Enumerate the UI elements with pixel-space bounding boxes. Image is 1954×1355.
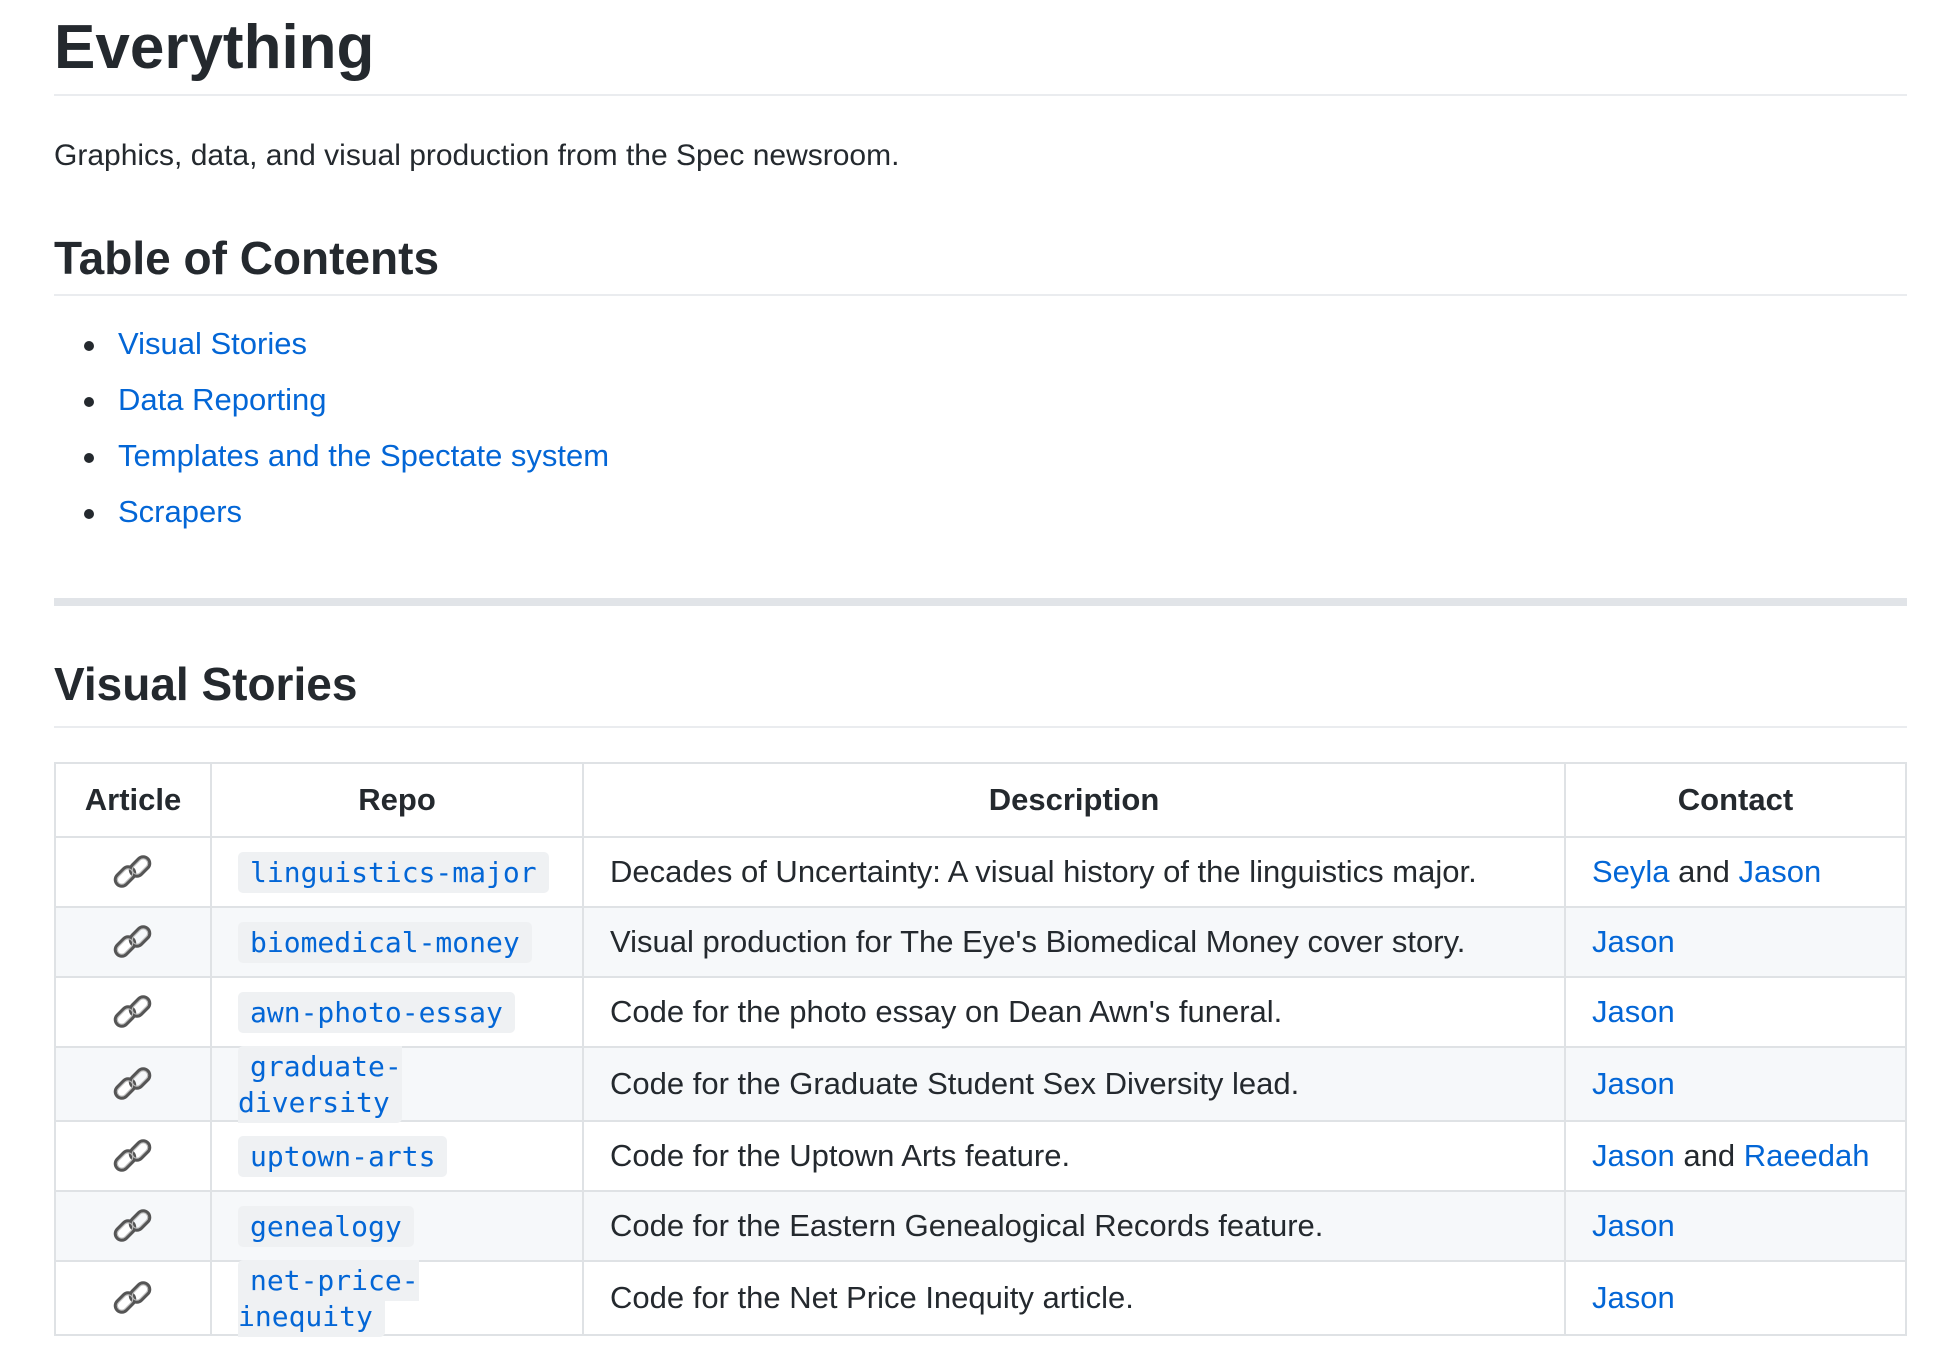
table-row: linguistics-major Decades of Uncertainty… <box>54 836 1907 908</box>
article-cell <box>54 906 212 978</box>
link-icon[interactable] <box>108 1273 158 1323</box>
repo-cell: linguistics-major <box>210 836 584 908</box>
description-cell: Code for the Eastern Genealogical Record… <box>582 1190 1566 1262</box>
contact-link[interactable]: Jason <box>1592 1066 1675 1101</box>
article-cell <box>54 1046 212 1122</box>
section-divider <box>54 598 1907 606</box>
repo-name: linguistics-major <box>238 852 549 893</box>
readme-page: Everything Graphics, data, and visual pr… <box>0 0 1907 1337</box>
repo-name: biomedical-money <box>238 922 532 963</box>
table-row: uptown-arts Code for the Uptown Arts fea… <box>54 1120 1907 1192</box>
toc-link-scrapers[interactable]: Scrapers <box>118 494 242 529</box>
table-body: linguistics-major Decades of Uncertainty… <box>54 836 1907 1337</box>
repo-link[interactable]: awn-photo-essay <box>238 992 515 1033</box>
toc-item: Data Reporting <box>84 382 1907 438</box>
article-cell <box>54 836 212 908</box>
contact-cell: Jason and Raeedah <box>1564 1120 1907 1192</box>
table-header-row: Article Repo Description Contact <box>54 762 1907 838</box>
repo-link[interactable]: uptown-arts <box>238 1136 448 1177</box>
description-cell: Code for the Net Price Inequity article. <box>582 1260 1566 1336</box>
contact-cell: Jason <box>1564 1260 1907 1336</box>
repo-link[interactable]: graduate-diversity <box>238 1046 402 1123</box>
contact-link[interactable]: Jason <box>1592 1208 1675 1243</box>
repo-name: uptown-arts <box>238 1136 448 1177</box>
table-row: net-price-inequity Code for the Net Pric… <box>54 1260 1907 1337</box>
page-title: Everything <box>54 0 1907 96</box>
repo-name: genealogy <box>238 1206 414 1247</box>
contact-link[interactable]: Seyla <box>1592 854 1670 889</box>
contact-link[interactable]: Jason <box>1592 1138 1675 1173</box>
toc-link-visual-stories[interactable]: Visual Stories <box>118 326 307 361</box>
repo-link[interactable]: linguistics-major <box>238 852 549 893</box>
table-row: genealogy Code for the Eastern Genealogi… <box>54 1190 1907 1262</box>
repo-link[interactable]: biomedical-money <box>238 922 532 963</box>
article-cell <box>54 1190 212 1262</box>
link-icon[interactable] <box>108 917 158 967</box>
repo-cell: graduate-diversity <box>210 1046 584 1123</box>
contact-link[interactable]: Raeedah <box>1744 1138 1870 1173</box>
link-icon[interactable] <box>108 1201 158 1251</box>
link-icon[interactable] <box>108 847 158 897</box>
contact-cell: Jason <box>1564 906 1907 978</box>
description-cell: Visual production for The Eye's Biomedic… <box>582 906 1566 978</box>
link-icon[interactable] <box>108 1131 158 1181</box>
article-cell <box>54 1260 212 1336</box>
column-header-article: Article <box>54 762 212 838</box>
contact-joiner: and <box>1674 1138 1744 1173</box>
repo-link[interactable]: net-price-inequity <box>238 1260 419 1337</box>
visual-stories-table: Article Repo Description Contact linguis… <box>54 762 1907 1337</box>
contact-cell: Seyla and Jason <box>1564 836 1907 908</box>
repo-cell: uptown-arts <box>210 1120 584 1192</box>
contact-link[interactable]: Jason <box>1592 1280 1675 1315</box>
repo-cell: genealogy <box>210 1190 584 1262</box>
repo-cell: awn-photo-essay <box>210 976 584 1048</box>
repo-cell: net-price-inequity <box>210 1260 584 1337</box>
contact-joiner: and <box>1669 854 1739 889</box>
repo-name: awn-photo-essay <box>238 992 515 1033</box>
toc-item: Templates and the Spectate system <box>84 438 1907 494</box>
description-cell: Code for the Uptown Arts feature. <box>582 1120 1566 1192</box>
description-cell: Decades of Uncertainty: A visual history… <box>582 836 1566 908</box>
contact-link[interactable]: Jason <box>1592 994 1675 1029</box>
column-header-contact: Contact <box>1564 762 1907 838</box>
repo-name: graduate-diversity <box>238 1046 402 1123</box>
article-cell <box>54 1120 212 1192</box>
visual-stories-heading: Visual Stories <box>54 656 1907 728</box>
link-icon[interactable] <box>108 987 158 1037</box>
contact-cell: Jason <box>1564 976 1907 1048</box>
table-row: graduate-diversity Code for the Graduate… <box>54 1046 1907 1123</box>
toc-link-data-reporting[interactable]: Data Reporting <box>118 382 327 417</box>
table-row: awn-photo-essay Code for the photo essay… <box>54 976 1907 1048</box>
toc-heading: Table of Contents <box>54 230 1907 296</box>
contact-link[interactable]: Jason <box>1739 854 1822 889</box>
description-cell: Code for the photo essay on Dean Awn's f… <box>582 976 1566 1048</box>
toc-item: Scrapers <box>84 494 1907 550</box>
article-cell <box>54 976 212 1048</box>
column-header-description: Description <box>582 762 1566 838</box>
repo-cell: biomedical-money <box>210 906 584 978</box>
column-header-repo: Repo <box>210 762 584 838</box>
repo-link[interactable]: genealogy <box>238 1206 414 1247</box>
table-row: biomedical-money Visual production for T… <box>54 906 1907 978</box>
toc-link-templates[interactable]: Templates and the Spectate system <box>118 438 609 473</box>
intro-text: Graphics, data, and visual production fr… <box>54 139 900 172</box>
link-icon[interactable] <box>108 1059 158 1109</box>
contact-cell: Jason <box>1564 1190 1907 1262</box>
repo-name: net-price-inequity <box>238 1260 419 1337</box>
description-cell: Code for the Graduate Student Sex Divers… <box>582 1046 1566 1122</box>
contact-link[interactable]: Jason <box>1592 924 1675 959</box>
contact-cell: Jason <box>1564 1046 1907 1122</box>
toc-list: Visual Stories Data Reporting Templates … <box>54 326 1907 550</box>
toc-item: Visual Stories <box>84 326 1907 382</box>
